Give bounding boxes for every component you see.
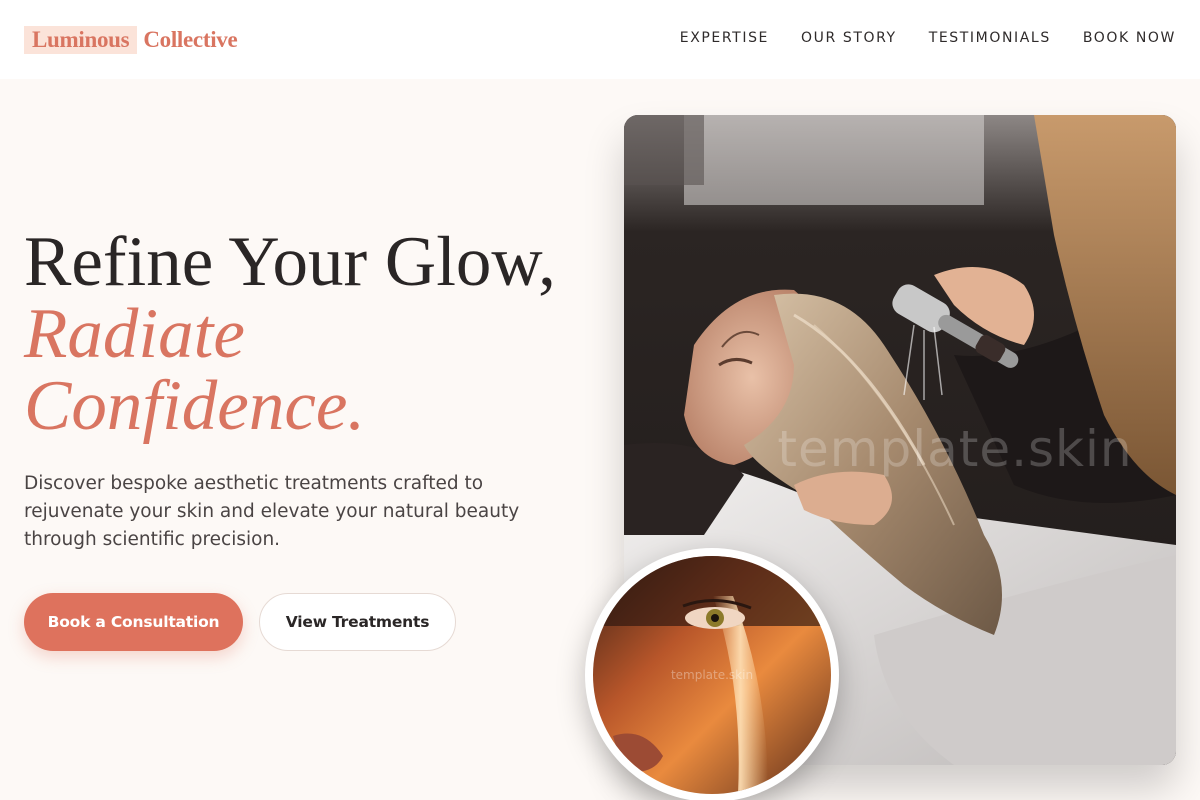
- site-header: Luminous Collective EXPERTISE OUR STORY …: [0, 0, 1200, 79]
- nav-link-expertise[interactable]: EXPERTISE: [680, 30, 769, 46]
- portrait-photo-watermark: template.skin: [670, 668, 754, 682]
- portrait-photo: template.skin: [593, 556, 831, 794]
- hero-headline: Refine Your Glow, Radiate Confidence.: [24, 226, 624, 442]
- nav-link-book-now[interactable]: BOOK NOW: [1083, 30, 1176, 46]
- brand-logo[interactable]: Luminous Collective: [24, 26, 238, 54]
- portrait-photo-frame: template.skin: [585, 548, 839, 800]
- brand-name-first: Luminous: [24, 26, 138, 54]
- book-consultation-button[interactable]: Book a Consultation: [24, 593, 243, 651]
- nav-link-our-story[interactable]: OUR STORY: [801, 30, 897, 46]
- brand-name-second: Collective: [143, 27, 238, 52]
- view-treatments-button[interactable]: View Treatments: [259, 593, 456, 651]
- main-photo-watermark: template.skin: [777, 420, 1133, 478]
- headline-line-1: Refine Your Glow,: [24, 223, 556, 301]
- hero-description: Discover bespoke aesthetic treatments cr…: [24, 473, 520, 550]
- headline-accent-1: Radiate: [24, 295, 245, 373]
- main-nav: EXPERTISE OUR STORY TESTIMONIALS BOOK NO…: [648, 30, 1176, 46]
- headline-accent-2: Confidence.: [24, 367, 366, 445]
- nav-link-testimonials[interactable]: TESTIMONIALS: [929, 30, 1051, 46]
